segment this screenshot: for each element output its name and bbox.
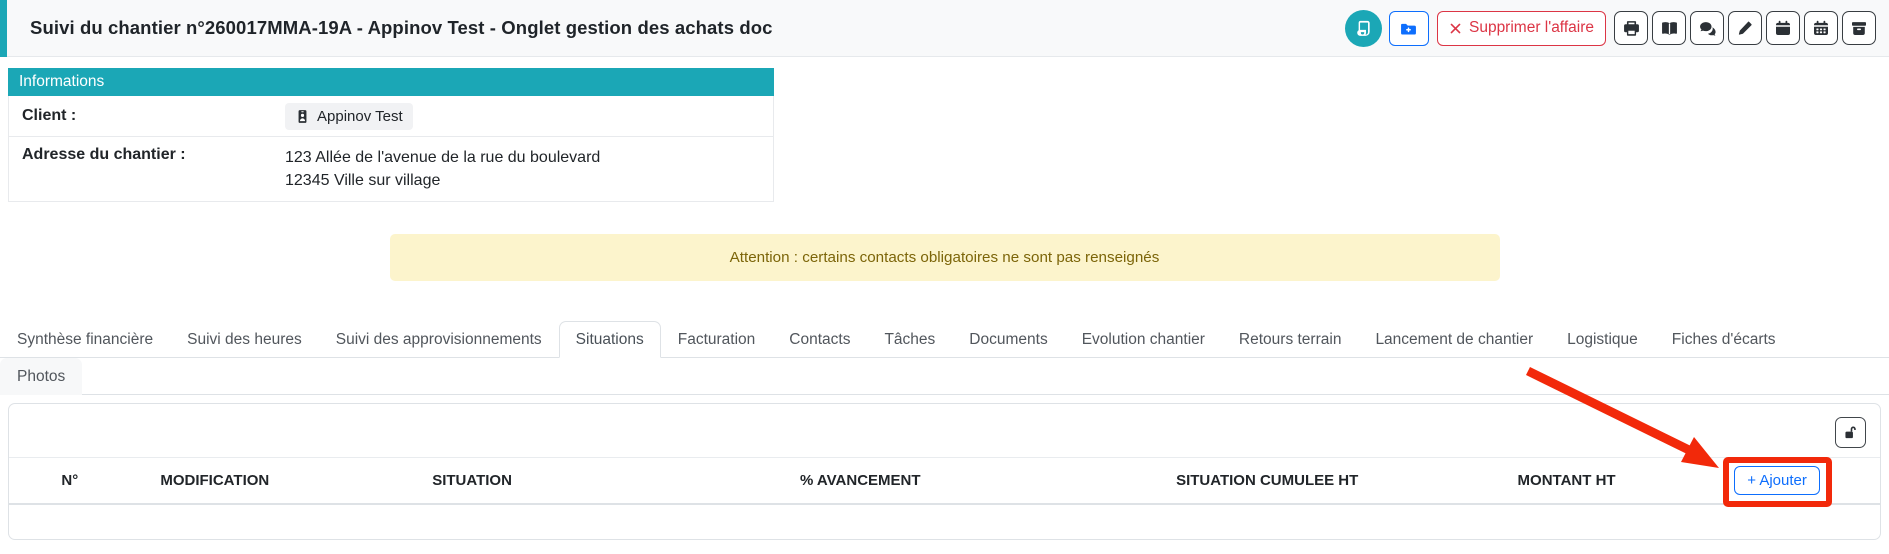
archive-button[interactable] [1842, 11, 1876, 45]
book-button[interactable] [1652, 11, 1686, 45]
client-value: Appinov Test [285, 103, 413, 130]
tab-bar: Synthèse financière Suivi des heures Sui… [0, 321, 1889, 395]
contacts-warning-banner: Attention : certains contacts obligatoir… [390, 234, 1500, 281]
tab-suivi-des-heures[interactable]: Suivi des heures [170, 321, 319, 358]
warning-text: Attention : certains contacts obligatoir… [730, 249, 1160, 266]
tab-row-1: Synthèse financière Suivi des heures Sui… [0, 321, 1889, 358]
sidebar-edge [0, 0, 7, 57]
tab-taches[interactable]: Tâches [867, 321, 952, 358]
tab-synthese-financiere[interactable]: Synthèse financière [0, 321, 170, 358]
page-title: Suivi du chantier n°260017MMA-19A - Appi… [30, 17, 773, 39]
info-panel: Informations Client : Appinov Test Adres… [8, 68, 774, 202]
unlock-icon [1843, 425, 1858, 440]
folder-plus-button[interactable] [1389, 11, 1429, 46]
empty-table-row [9, 504, 1880, 539]
tab-situations[interactable]: Situations [559, 321, 661, 358]
printer-icon [1623, 20, 1640, 37]
delete-case-label: Supprimer l'affaire [1469, 19, 1594, 37]
tab-lancement-de-chantier[interactable]: Lancement de chantier [1358, 321, 1550, 358]
unlock-button[interactable] [1835, 417, 1866, 448]
info-panel-body: Client : Appinov Test Adresse du chantie… [8, 96, 774, 202]
calendar-days-button[interactable] [1804, 11, 1838, 45]
header-toolbar: Supprimer l'affaire [1345, 10, 1876, 47]
situations-card-toolbar [9, 404, 1880, 457]
tab-evolution-chantier[interactable]: Evolution chantier [1065, 321, 1222, 358]
address-line-2: 12345 Ville sur village [285, 169, 600, 192]
col-header-numero: N° [9, 458, 131, 505]
situations-header-row: N° MODIFICATION SITUATION % AVANCEMENT S… [9, 458, 1880, 505]
comments-button[interactable] [1690, 11, 1724, 45]
pencil-icon [1737, 20, 1753, 36]
calendar-icon [1775, 20, 1791, 36]
info-panel-title: Informations [8, 68, 774, 96]
tab-contacts[interactable]: Contacts [772, 321, 867, 358]
archive-icon [1851, 20, 1867, 36]
client-label: Client : [9, 107, 285, 125]
add-situation-button[interactable]: + Ajouter [1734, 466, 1820, 495]
col-header-situation-cumulee: SITUATION CUMULEE HT [1075, 458, 1459, 505]
folder-plus-icon [1400, 20, 1417, 37]
client-chip[interactable]: Appinov Test [285, 103, 413, 130]
book-open-icon [1661, 20, 1678, 37]
calendar-days-icon [1813, 20, 1829, 36]
address-line-1: 123 Allée de l'avenue de la rue du boule… [285, 146, 600, 169]
situations-table: N° MODIFICATION SITUATION % AVANCEMENT S… [9, 457, 1880, 539]
tab-logistique[interactable]: Logistique [1550, 321, 1655, 358]
address-value: 123 Allée de l'avenue de la rue du boule… [285, 146, 600, 192]
tab-row-2: Photos [0, 358, 1889, 395]
address-label: Adresse du chantier : [9, 146, 285, 192]
calendar-button[interactable] [1766, 11, 1800, 45]
tab-documents[interactable]: Documents [952, 321, 1064, 358]
print-button[interactable] [1614, 11, 1648, 45]
tab-facturation[interactable]: Facturation [661, 321, 773, 358]
col-header-actions: + Ajouter [1674, 458, 1880, 505]
tab-photos[interactable]: Photos [0, 358, 82, 395]
address-book-icon [295, 109, 310, 124]
address-row: Adresse du chantier : 123 Allée de l'ave… [9, 136, 773, 201]
comments-icon [1699, 20, 1716, 37]
edit-button[interactable] [1728, 11, 1762, 45]
scroll-icon [1354, 19, 1373, 38]
col-header-modification: MODIFICATION [131, 458, 299, 505]
col-header-avancement: % AVANCEMENT [645, 458, 1075, 505]
x-icon [1449, 22, 1462, 35]
client-chip-label: Appinov Test [317, 108, 403, 125]
col-header-situation: SITUATION [299, 458, 645, 505]
situations-card: N° MODIFICATION SITUATION % AVANCEMENT S… [8, 403, 1881, 540]
tab-suivi-des-approvisionnements[interactable]: Suivi des approvisionnements [319, 321, 559, 358]
tab-retours-terrain[interactable]: Retours terrain [1222, 321, 1359, 358]
delete-case-button[interactable]: Supprimer l'affaire [1437, 11, 1606, 46]
tab-fiches-d-ecarts[interactable]: Fiches d'écarts [1655, 321, 1793, 358]
scroll-button[interactable] [1345, 10, 1382, 47]
client-row: Client : Appinov Test [9, 96, 773, 136]
header-icon-group [1614, 11, 1876, 45]
col-header-montant: MONTANT HT [1459, 458, 1674, 505]
page-header: Suivi du chantier n°260017MMA-19A - Appi… [0, 0, 1889, 57]
